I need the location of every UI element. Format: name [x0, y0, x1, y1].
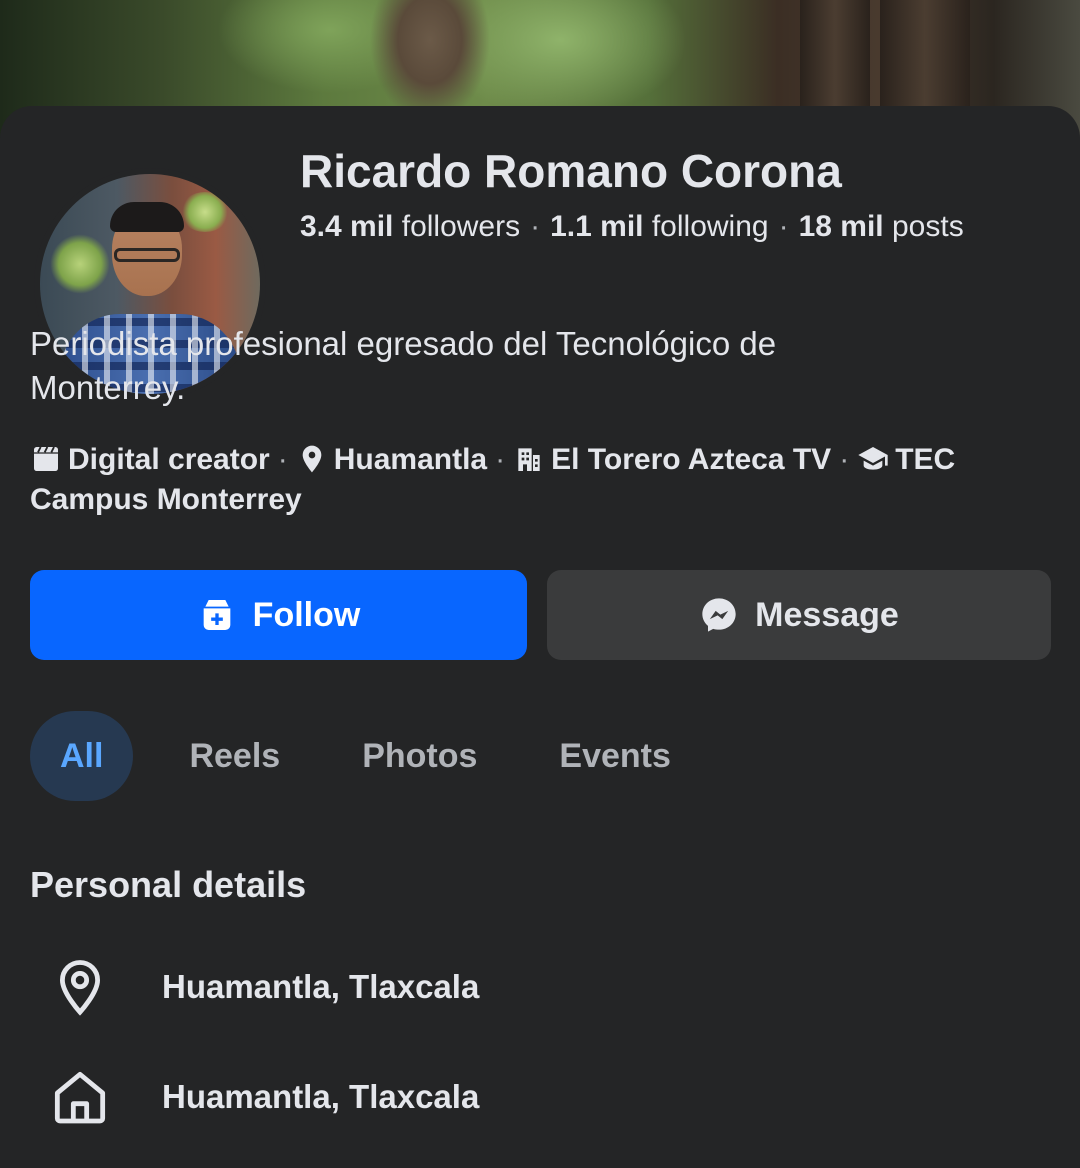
- clapperboard-icon: [34, 446, 58, 471]
- profile-name: Ricardo Romano Corona: [300, 145, 842, 197]
- building-icon: [518, 448, 540, 471]
- info-location[interactable]: Huamantla: [296, 443, 487, 476]
- profile-page: Ricardo Romano Corona 3.4 mil followers ·…: [0, 0, 1080, 1168]
- info-workplace[interactable]: El Torero Azteca TV: [513, 443, 831, 476]
- profile-stats: 3.4 mil followers · 1.1 mil following · 18 m…: [300, 210, 964, 243]
- tab-reels[interactable]: Reels: [163, 711, 306, 801]
- detail-current-city: Huamantla, Tlaxcala: [48, 952, 479, 1022]
- profile-tabs: All Reels Photos Events: [30, 711, 727, 801]
- follow-button[interactable]: Follow: [30, 570, 527, 660]
- home-icon: [54, 1071, 106, 1124]
- detail-hometown: Huamantla, Tlaxcala: [48, 1062, 479, 1132]
- following-stat[interactable]: 1.1 mil following: [550, 210, 768, 243]
- posts-stat: 18 mil posts: [798, 210, 964, 243]
- tab-all[interactable]: All: [30, 711, 134, 801]
- graduation-cap-icon: [858, 447, 888, 470]
- message-button[interactable]: Message: [547, 570, 1051, 660]
- personal-details-title: Personal details: [30, 864, 307, 905]
- profile-bio: Periodista profesional egresado del Tecn…: [30, 325, 777, 406]
- info-digital-creator: Digital creator: [30, 443, 270, 476]
- follow-add-icon: [203, 600, 231, 630]
- location-pin-icon: [302, 445, 322, 473]
- tab-photos[interactable]: Photos: [336, 711, 503, 801]
- profile-intro-line: Digital creator · Huamantla · El Torero Azte…: [30, 443, 956, 516]
- location-pin-icon: [59, 960, 101, 1016]
- profile-card: Ricardo Romano Corona 3.4 mil followers ·…: [0, 106, 1080, 1168]
- followers-stat[interactable]: 3.4 mil followers: [300, 210, 520, 243]
- tab-events[interactable]: Events: [533, 711, 697, 801]
- messenger-icon: [702, 598, 736, 632]
